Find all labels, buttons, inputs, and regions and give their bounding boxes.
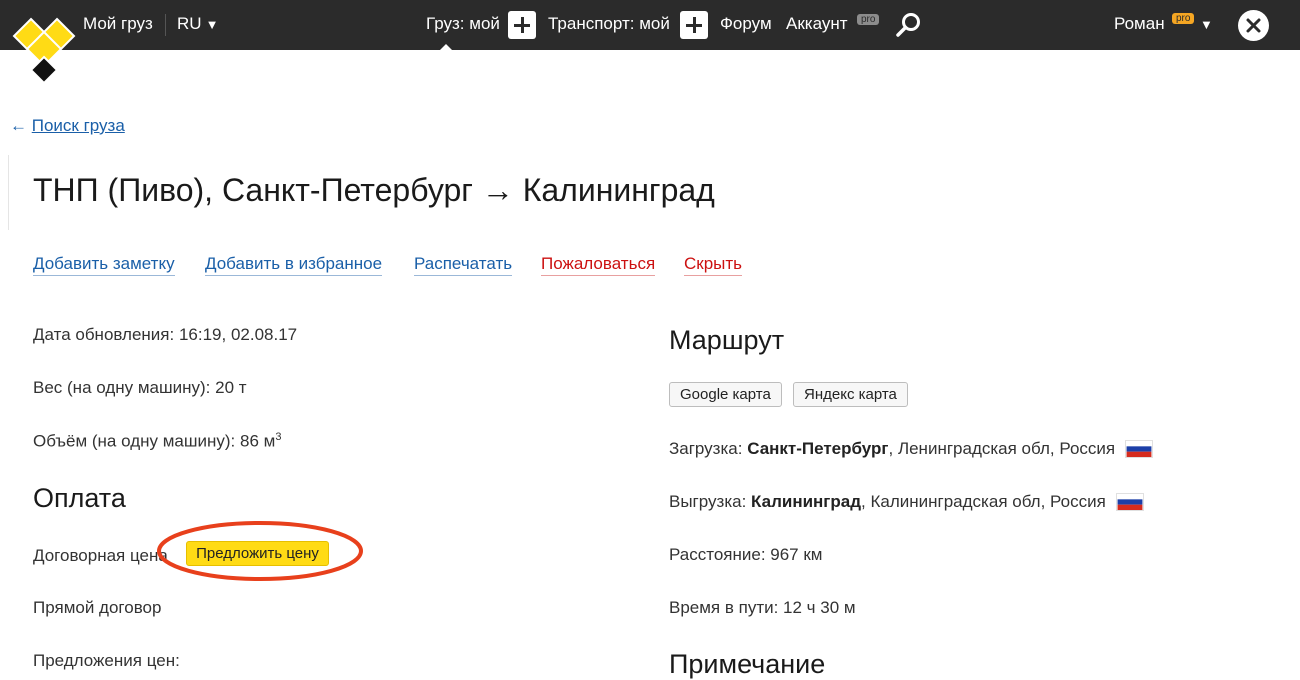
negotiable-price: Договорная цена — [33, 546, 168, 565]
loading-label: Загрузка: — [669, 439, 748, 458]
search-icon[interactable] — [895, 11, 923, 39]
volume-superscript: 3 — [275, 431, 282, 443]
yandex-map-button[interactable]: Яндекс карта — [793, 382, 908, 407]
weight-info: Вес (на одну машину): 20 т — [33, 378, 247, 397]
unloading-info: Выгрузка: Калининград, Калининградская о… — [669, 492, 1144, 512]
language-selector[interactable]: RU ▼ — [177, 14, 218, 34]
user-chevron-down-icon[interactable]: ▼ — [1200, 17, 1213, 32]
language-label: RU — [177, 14, 202, 33]
direct-contract: Прямой договор — [33, 598, 162, 617]
loading-info: Загрузка: Санкт-Петербург, Ленинградская… — [669, 439, 1154, 459]
add-favorite-link[interactable]: Добавить в избранное — [205, 254, 383, 276]
cargo-my-link[interactable]: Груз: мой — [426, 14, 500, 34]
loading-city: Санкт-Петербург — [747, 439, 889, 458]
print-link[interactable]: Распечатать — [414, 254, 513, 276]
travel-time-info: Время в пути: 12 ч 30 м — [669, 598, 856, 617]
google-map-button[interactable]: Google карта — [669, 382, 782, 407]
back-to-search-link[interactable]: ← Поиск груза — [10, 116, 125, 136]
chevron-down-icon: ▼ — [205, 17, 219, 32]
site-logo[interactable] — [10, 16, 80, 86]
active-nav-pointer — [439, 44, 453, 51]
loading-region: , Ленинградская обл, Россия — [888, 439, 1116, 458]
close-button[interactable] — [1238, 10, 1269, 41]
distance-info: Расстояние: 967 км — [669, 545, 823, 564]
nav-divider — [165, 14, 166, 36]
unloading-region: , Калининградская обл, Россия — [861, 492, 1106, 511]
user-menu[interactable]: Роман — [1114, 14, 1165, 34]
unloading-city: Калининград — [751, 492, 862, 511]
divider — [8, 155, 9, 230]
add-cargo-button[interactable] — [508, 11, 536, 39]
add-note-link[interactable]: Добавить заметку — [33, 254, 175, 276]
note-title: Примечание — [669, 649, 826, 679]
transport-my-link[interactable]: Транспорт: мой — [548, 14, 670, 34]
account-link[interactable]: Аккаунт — [786, 14, 848, 34]
account-pro-badge: pro — [857, 14, 880, 25]
unloading-label: Выгрузка: — [669, 492, 752, 511]
update-date: Дата обновления: 16:19, 02.08.17 — [33, 325, 298, 344]
back-link-label: Поиск груза — [31, 116, 125, 135]
page-title: ТНП (Пиво), Санкт-Петербург → Калинингра… — [33, 172, 715, 208]
forum-link[interactable]: Форум — [720, 14, 772, 34]
russia-flag-icon — [1115, 493, 1144, 511]
complain-link[interactable]: Пожаловаться — [541, 254, 656, 276]
offer-price-button[interactable]: Предложить цену — [186, 541, 329, 566]
price-offers-label: Предложения цен: — [33, 651, 180, 670]
top-navigation-bar: Мой груз RU ▼ Груз: мой Транспорт: мой Фо… — [0, 0, 1300, 51]
user-pro-badge: pro — [1172, 13, 1195, 24]
my-cargo-link[interactable]: Мой груз — [83, 14, 153, 34]
russia-flag-icon — [1125, 440, 1154, 458]
route-title: Маршрут — [669, 325, 785, 355]
back-arrow-icon: ← — [10, 116, 27, 135]
volume-text: Объём (на одну машину): 86 м — [33, 431, 276, 451]
payment-title: Оплата — [33, 483, 126, 513]
volume-info: Объём (на одну машину): 86 м3 — [33, 431, 281, 452]
user-name: Роман — [1114, 14, 1165, 33]
add-transport-button[interactable] — [680, 11, 708, 39]
close-icon — [1246, 18, 1261, 33]
hide-link[interactable]: Скрыть — [684, 254, 743, 276]
